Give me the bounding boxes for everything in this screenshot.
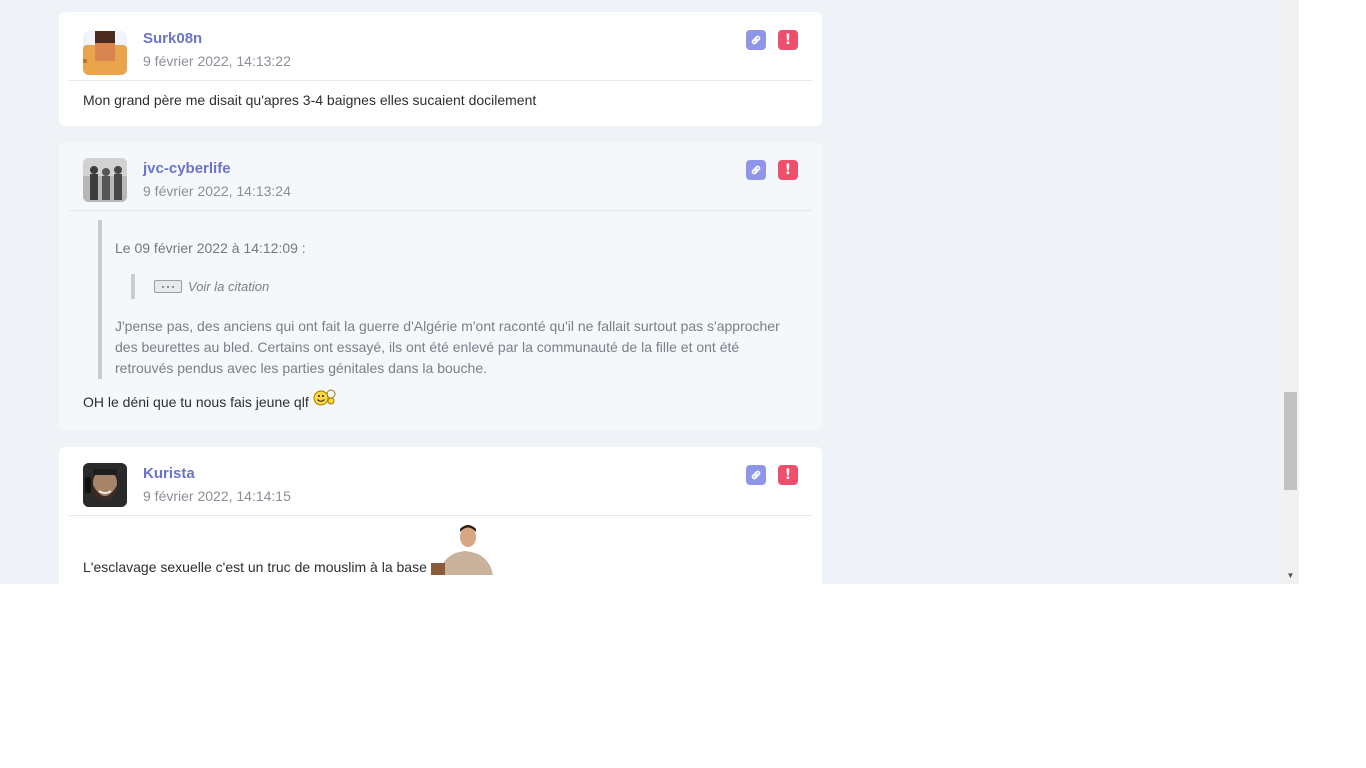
link-icon bbox=[751, 165, 761, 175]
post-date[interactable]: 9 février 2022, 14:13:24 bbox=[143, 183, 291, 199]
author-name[interactable]: jvc-cyberlife bbox=[143, 160, 231, 177]
forum-post: Kurista 9 février 2022, 14:14:15 ! L'esc… bbox=[59, 447, 822, 584]
divider bbox=[69, 210, 812, 211]
forum-thread: Surk08n 9 février 2022, 14:13:22 ! Mon g… bbox=[0, 0, 1299, 584]
scrollbar-thumb[interactable] bbox=[1284, 392, 1297, 490]
link-icon bbox=[751, 35, 761, 45]
post-message: L'esclavage sexuelle c'est un truc de mo… bbox=[83, 559, 427, 575]
post-date[interactable]: 9 février 2022, 14:13:22 bbox=[143, 53, 291, 69]
divider bbox=[69, 515, 812, 516]
link-icon bbox=[751, 470, 761, 480]
ellipsis-icon bbox=[154, 280, 182, 293]
permalink-button[interactable] bbox=[746, 30, 766, 50]
report-button[interactable]: ! bbox=[778, 30, 798, 50]
avatar[interactable] bbox=[83, 463, 127, 507]
divider bbox=[69, 80, 812, 81]
report-button[interactable]: ! bbox=[778, 465, 798, 485]
smiley-icon bbox=[313, 389, 336, 406]
avatar[interactable] bbox=[83, 158, 127, 202]
exclamation-icon: ! bbox=[784, 162, 792, 178]
forum-post: Surk08n 9 février 2022, 14:13:22 ! Mon g… bbox=[59, 12, 822, 126]
forum-post: jvc-cyberlife 9 février 2022, 14:13:24 !… bbox=[59, 142, 822, 431]
avatar[interactable] bbox=[83, 31, 127, 75]
nested-quote-toggle[interactable]: Voir la citation bbox=[131, 274, 269, 299]
post-message: Mon grand père me disait qu'apres 3-4 ba… bbox=[83, 92, 537, 108]
quote-header: Le 09 février 2022 à 14:12:09 : bbox=[115, 240, 306, 256]
author-name[interactable]: Kurista bbox=[143, 465, 195, 482]
exclamation-icon: ! bbox=[784, 467, 792, 483]
quote-text: J'pense pas, des anciens qui ont fait la… bbox=[115, 318, 780, 376]
author-name[interactable]: Surk08n bbox=[143, 30, 202, 47]
quote-block: Le 09 février 2022 à 14:12:09 : Voir la … bbox=[98, 220, 803, 379]
post-message-row: OH le déni que tu nous fais jeune qlf bbox=[83, 389, 337, 410]
post-message: OH le déni que tu nous fais jeune qlf bbox=[83, 394, 309, 410]
post-date[interactable]: 9 février 2022, 14:14:15 bbox=[143, 488, 291, 504]
scroll-down-arrow-icon[interactable]: ▼ bbox=[1282, 567, 1299, 584]
permalink-button[interactable] bbox=[746, 160, 766, 180]
report-button[interactable]: ! bbox=[778, 160, 798, 180]
vertical-scrollbar[interactable]: ▼ bbox=[1282, 0, 1299, 584]
exclamation-icon: ! bbox=[784, 32, 792, 48]
sticker-image bbox=[430, 523, 499, 575]
post-message-row: L'esclavage sexuelle c'est un truc de mo… bbox=[83, 523, 499, 575]
nested-quote-label: Voir la citation bbox=[188, 279, 270, 294]
permalink-button[interactable] bbox=[746, 465, 766, 485]
